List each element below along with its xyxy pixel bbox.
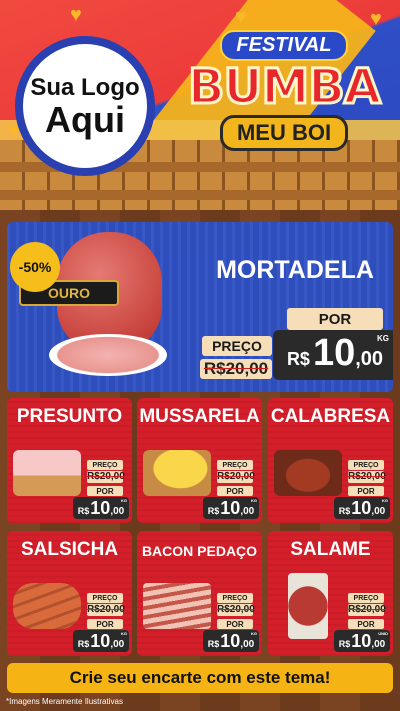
mortadela-slices-image [49,334,167,376]
bacon-image [143,583,211,629]
product-card-salsicha[interactable]: SALSICHA PREÇO R$20,00 POR R$ 10 ,00 KG [7,531,132,656]
product-name: SALAME [290,539,371,560]
festival-label: FESTIVAL [220,30,348,61]
price-decimal: ,00 [371,639,386,650]
product-name: BACON PEDAÇO [141,543,258,559]
old-price: R$20,00 [87,471,125,483]
price-decimal: ,00 [355,348,384,370]
preco-label: PREÇO [87,460,123,470]
preco-label: PREÇO [217,460,253,470]
festival-title: FESTIVAL BUMBA MEU BOI [178,30,390,180]
price-integer: 10 [312,332,356,374]
featured-offer[interactable]: OURO -50% MORTADELA PREÇO R$20,00 POR R$… [7,222,393,392]
price-integer: 10 [90,631,111,651]
logo-text-line1: Sua Logo [30,74,140,101]
product-name: MUSSARELA [139,406,260,427]
price-integer: 10 [220,498,241,518]
por-label: POR [217,619,253,629]
currency: R$ [77,506,90,516]
currency: R$ [286,349,310,369]
por-label: POR [287,308,383,330]
currency: R$ [338,639,351,649]
currency: R$ [207,639,220,649]
salsicha-image [13,583,81,629]
currency: R$ [338,506,351,516]
price-unit: KG [382,498,388,503]
product-name: PRESUNTO [16,406,123,427]
logo-text-line2: Aqui [45,99,125,140]
new-price: R$ 10 ,00 KG [73,497,129,519]
preco-label: PREÇO [87,593,123,603]
preco-label: PREÇO [202,336,272,356]
old-price: R$20,00 [217,471,255,483]
mussarela-image [143,450,211,496]
price-unit: UNID [378,631,388,636]
heart-icon: ♥ [235,6,247,28]
preco-label: PREÇO [348,460,384,470]
cta-banner[interactable]: Crie seu encarte com este tema! [7,663,393,693]
old-price: R$20,00 [87,604,125,616]
price-unit: KG [251,498,257,503]
price-decimal: ,00 [110,506,125,517]
discount-badge: -50% [10,242,60,292]
product-card-salame[interactable]: SALAME PREÇO R$20,00 POR R$ 10 ,00 UNID [268,531,393,656]
old-price: R$20,00 [217,604,255,616]
old-price: R$20,00 [200,359,272,379]
product-name: SALSICHA [20,539,119,560]
currency: R$ [77,639,90,649]
price-unit: KG [377,334,389,343]
heart-icon: ♥ [70,4,82,26]
old-price: R$20,00 [348,604,386,616]
old-price: R$20,00 [348,471,386,483]
salame-image [288,573,328,639]
new-price: R$ 10 ,00 KG [73,630,129,652]
presunto-image [13,450,81,496]
product-card-calabresa[interactable]: CALABRESA PREÇO R$20,00 POR R$ 10 ,00 KG [268,398,393,523]
por-label: POR [217,486,253,496]
new-price: R$ 10 ,00 UNID [334,630,390,652]
heart-icon: ♥ [370,8,382,30]
new-price: R$ 10 ,00 KG [334,497,390,519]
por-label: POR [87,486,123,496]
new-price: R$ 10 ,00 KG [203,630,259,652]
price-unit: KG [251,631,257,636]
logo-placeholder[interactable]: Sua Logo Aqui [15,36,155,176]
product-card-bacon[interactable]: BACON PEDAÇO PREÇO R$20,00 POR R$ 10 ,00… [137,531,262,656]
price-decimal: ,00 [240,506,255,517]
price-integer: 10 [351,631,372,651]
bumba-label: BUMBA [186,59,382,115]
product-card-mussarela[interactable]: MUSSARELA PREÇO R$20,00 POR R$ 10 ,00 KG [137,398,262,523]
new-price: R$ 10 ,00 KG [273,330,393,380]
por-label: POR [348,486,384,496]
price-decimal: ,00 [110,639,125,650]
price-decimal: ,00 [240,639,255,650]
meu-boi-label: MEU BOI [219,115,349,151]
currency: R$ [207,506,220,516]
price-unit: KG [121,498,127,503]
header-banner: ♥ ♥ ♥ ♥ Sua Logo Aqui FESTIVAL BUMBA MEU… [0,0,400,210]
product-card-presunto[interactable]: PRESUNTO PREÇO R$20,00 POR R$ 10 ,00 KG [7,398,132,523]
product-name: CALABRESA [270,406,391,427]
preco-label: PREÇO [217,593,253,603]
por-label: POR [348,619,384,629]
calabresa-image [274,450,342,496]
price-integer: 10 [220,631,241,651]
price-unit: KG [121,631,127,636]
price-decimal: ,00 [371,506,386,517]
price-integer: 10 [351,498,372,518]
price-integer: 10 [90,498,111,518]
preco-label: PREÇO [348,593,384,603]
footnote: *Imagens Meramente Ilustrativas [6,697,123,706]
por-label: POR [87,619,123,629]
new-price: R$ 10 ,00 KG [203,497,259,519]
featured-product-name: MORTADELA [216,256,374,284]
